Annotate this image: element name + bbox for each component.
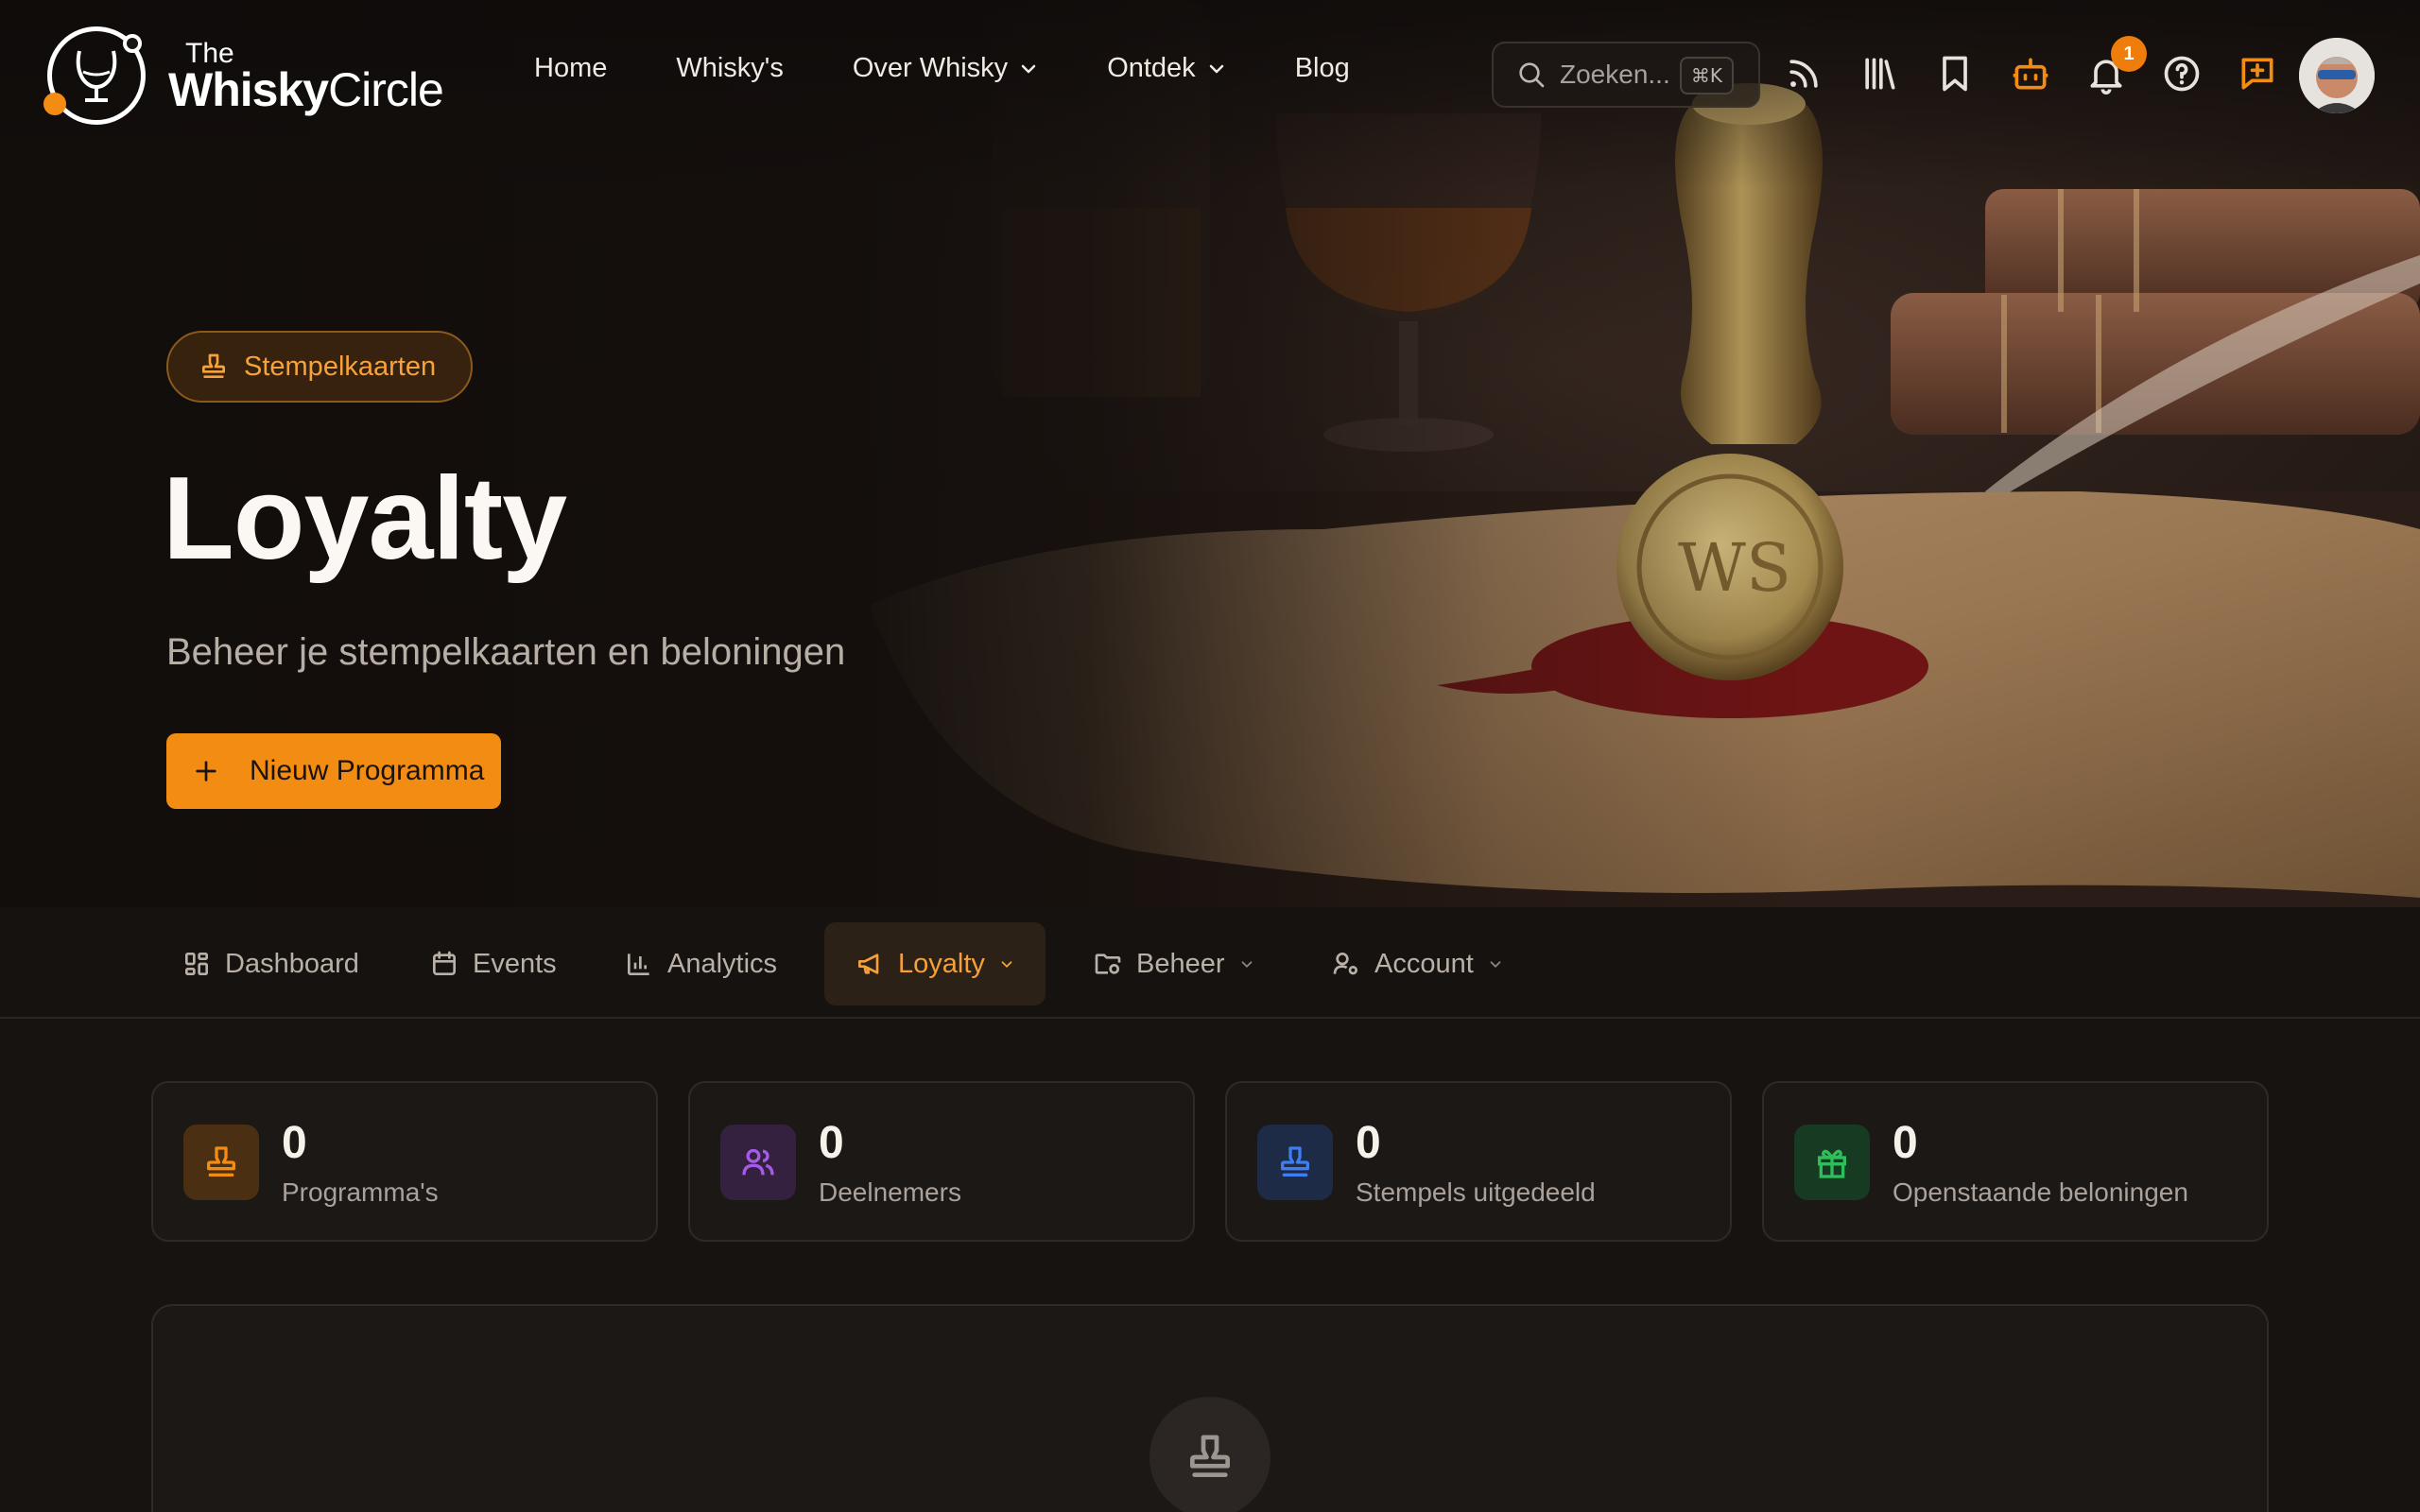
nav-whiskys-label: Whisky's	[676, 53, 784, 83]
chevron-down-icon	[1490, 961, 1501, 968]
library-icon[interactable]	[1858, 53, 1900, 94]
stat-value: 0	[1893, 1118, 1918, 1168]
stat-icon-box	[720, 1125, 796, 1200]
logo-name: WhiskyCircle	[168, 62, 444, 117]
hero-pill-badge: Stempelkaarten	[166, 331, 473, 403]
chevron-down-icon	[1241, 961, 1252, 968]
stamp-icon	[207, 1146, 235, 1177]
logo-name-light: Circle	[328, 63, 444, 116]
tab-analytics[interactable]: Analytics	[624, 922, 777, 1005]
users-icon	[742, 1148, 774, 1176]
stat-card-programs: 0 Programma's	[151, 1081, 658, 1242]
whisky-glass-icon	[76, 50, 117, 102]
nav-ontdek[interactable]: Ontdek	[1107, 53, 1226, 84]
tab-beheer[interactable]: Beheer	[1093, 922, 1255, 1005]
nav-whiskys[interactable]: Whisky's	[676, 53, 783, 84]
stat-icon-box	[183, 1125, 259, 1200]
nav-blog-label: Blog	[1294, 53, 1350, 83]
logo-dot-white	[123, 34, 142, 53]
bookmark-icon[interactable]	[1934, 53, 1976, 94]
calendar-icon	[433, 951, 456, 975]
tab-loyalty[interactable]: Loyalty	[824, 922, 1046, 1005]
chevron-down-icon	[1021, 64, 1036, 73]
nav-over-whisky[interactable]: Over Whisky	[853, 53, 1038, 84]
user-settings-icon	[1333, 953, 1357, 975]
search-placeholder: Zoeken...	[1560, 60, 1670, 89]
plus-icon	[196, 761, 216, 782]
rss-icon[interactable]	[1783, 53, 1824, 94]
stat-icon-box	[1257, 1125, 1333, 1200]
logo-dot-orange	[43, 93, 66, 115]
new-program-label: Nieuw Programma	[250, 755, 485, 786]
top-navigation: The WhiskyCircle Home Whisky's Over Whis…	[0, 0, 2420, 151]
stat-label: Openstaande beloningen	[1893, 1177, 2188, 1207]
message-plus-icon[interactable]	[2237, 53, 2278, 94]
gift-icon	[1818, 1149, 1846, 1178]
tab-events-label: Events	[473, 948, 557, 979]
tab-events[interactable]: Events	[429, 922, 557, 1005]
new-program-button[interactable]: Nieuw Programma	[166, 733, 501, 809]
nav-blog[interactable]: Blog	[1295, 53, 1350, 84]
notification-badge: 1	[2111, 36, 2147, 72]
chevron-down-icon	[1209, 64, 1223, 73]
main-nav: Home Whisky's Over Whisky Ontdek Blog	[534, 53, 1419, 84]
empty-state-icon	[1150, 1397, 1270, 1512]
avatar[interactable]	[2299, 38, 2375, 113]
brand-logo[interactable]: The WhiskyCircle	[43, 25, 444, 130]
stat-value: 0	[282, 1118, 307, 1168]
stamp-icon	[1281, 1146, 1309, 1177]
tab-account-label: Account	[1374, 948, 1474, 979]
hero-pill-label: Stempelkaarten	[244, 351, 437, 382]
search-shortcut: ⌘K	[1679, 57, 1734, 94]
stat-value: 0	[1356, 1118, 1381, 1168]
bar-chart-icon	[628, 954, 649, 975]
folder-settings-icon	[1095, 954, 1121, 974]
logo-name-bold: Whisky	[168, 63, 329, 116]
programs-panel	[151, 1304, 2269, 1512]
stamp-icon	[202, 353, 225, 378]
avatar-image	[2299, 38, 2375, 113]
tab-account[interactable]: Account	[1331, 922, 1504, 1005]
tab-beheer-label: Beheer	[1136, 948, 1225, 979]
megaphone-icon	[858, 954, 879, 974]
stat-card-stamps: 0 Stempels uitgedeeld	[1225, 1081, 1732, 1242]
stat-label: Deelnemers	[819, 1177, 961, 1207]
tab-analytics-label: Analytics	[667, 948, 778, 979]
search-icon	[1519, 62, 1545, 88]
stat-card-rewards: 0 Openstaande beloningen	[1762, 1081, 2269, 1242]
nav-over-whisky-label: Over Whisky	[852, 53, 1009, 83]
stat-icon-box	[1794, 1125, 1870, 1200]
tab-dashboard-label: Dashboard	[225, 948, 359, 979]
stat-label: Stempels uitgedeeld	[1356, 1177, 1596, 1207]
stamp-icon	[1190, 1435, 1230, 1477]
help-icon[interactable]	[2161, 53, 2203, 94]
nav-home[interactable]: Home	[534, 53, 607, 84]
stat-card-participants: 0 Deelnemers	[688, 1081, 1195, 1242]
nav-home-label: Home	[534, 53, 608, 83]
tab-loyalty-label: Loyalty	[898, 948, 985, 979]
stat-value: 0	[819, 1118, 844, 1168]
section-tabs: Dashboard Events Analytics Loyalty Behee…	[0, 907, 2420, 1019]
search-input[interactable]: Zoeken... ⌘K	[1492, 42, 1760, 108]
nav-ontdek-label: Ontdek	[1107, 53, 1196, 83]
chevron-down-icon	[1001, 961, 1012, 968]
page-title: Loyalty	[163, 454, 567, 584]
tab-dashboard[interactable]: Dashboard	[182, 922, 359, 1005]
bot-icon[interactable]	[2010, 53, 2051, 94]
page-subtitle: Beheer je stempelkaarten en beloningen	[166, 631, 846, 673]
stat-label: Programma's	[282, 1177, 439, 1207]
dashboard-icon	[185, 953, 208, 975]
